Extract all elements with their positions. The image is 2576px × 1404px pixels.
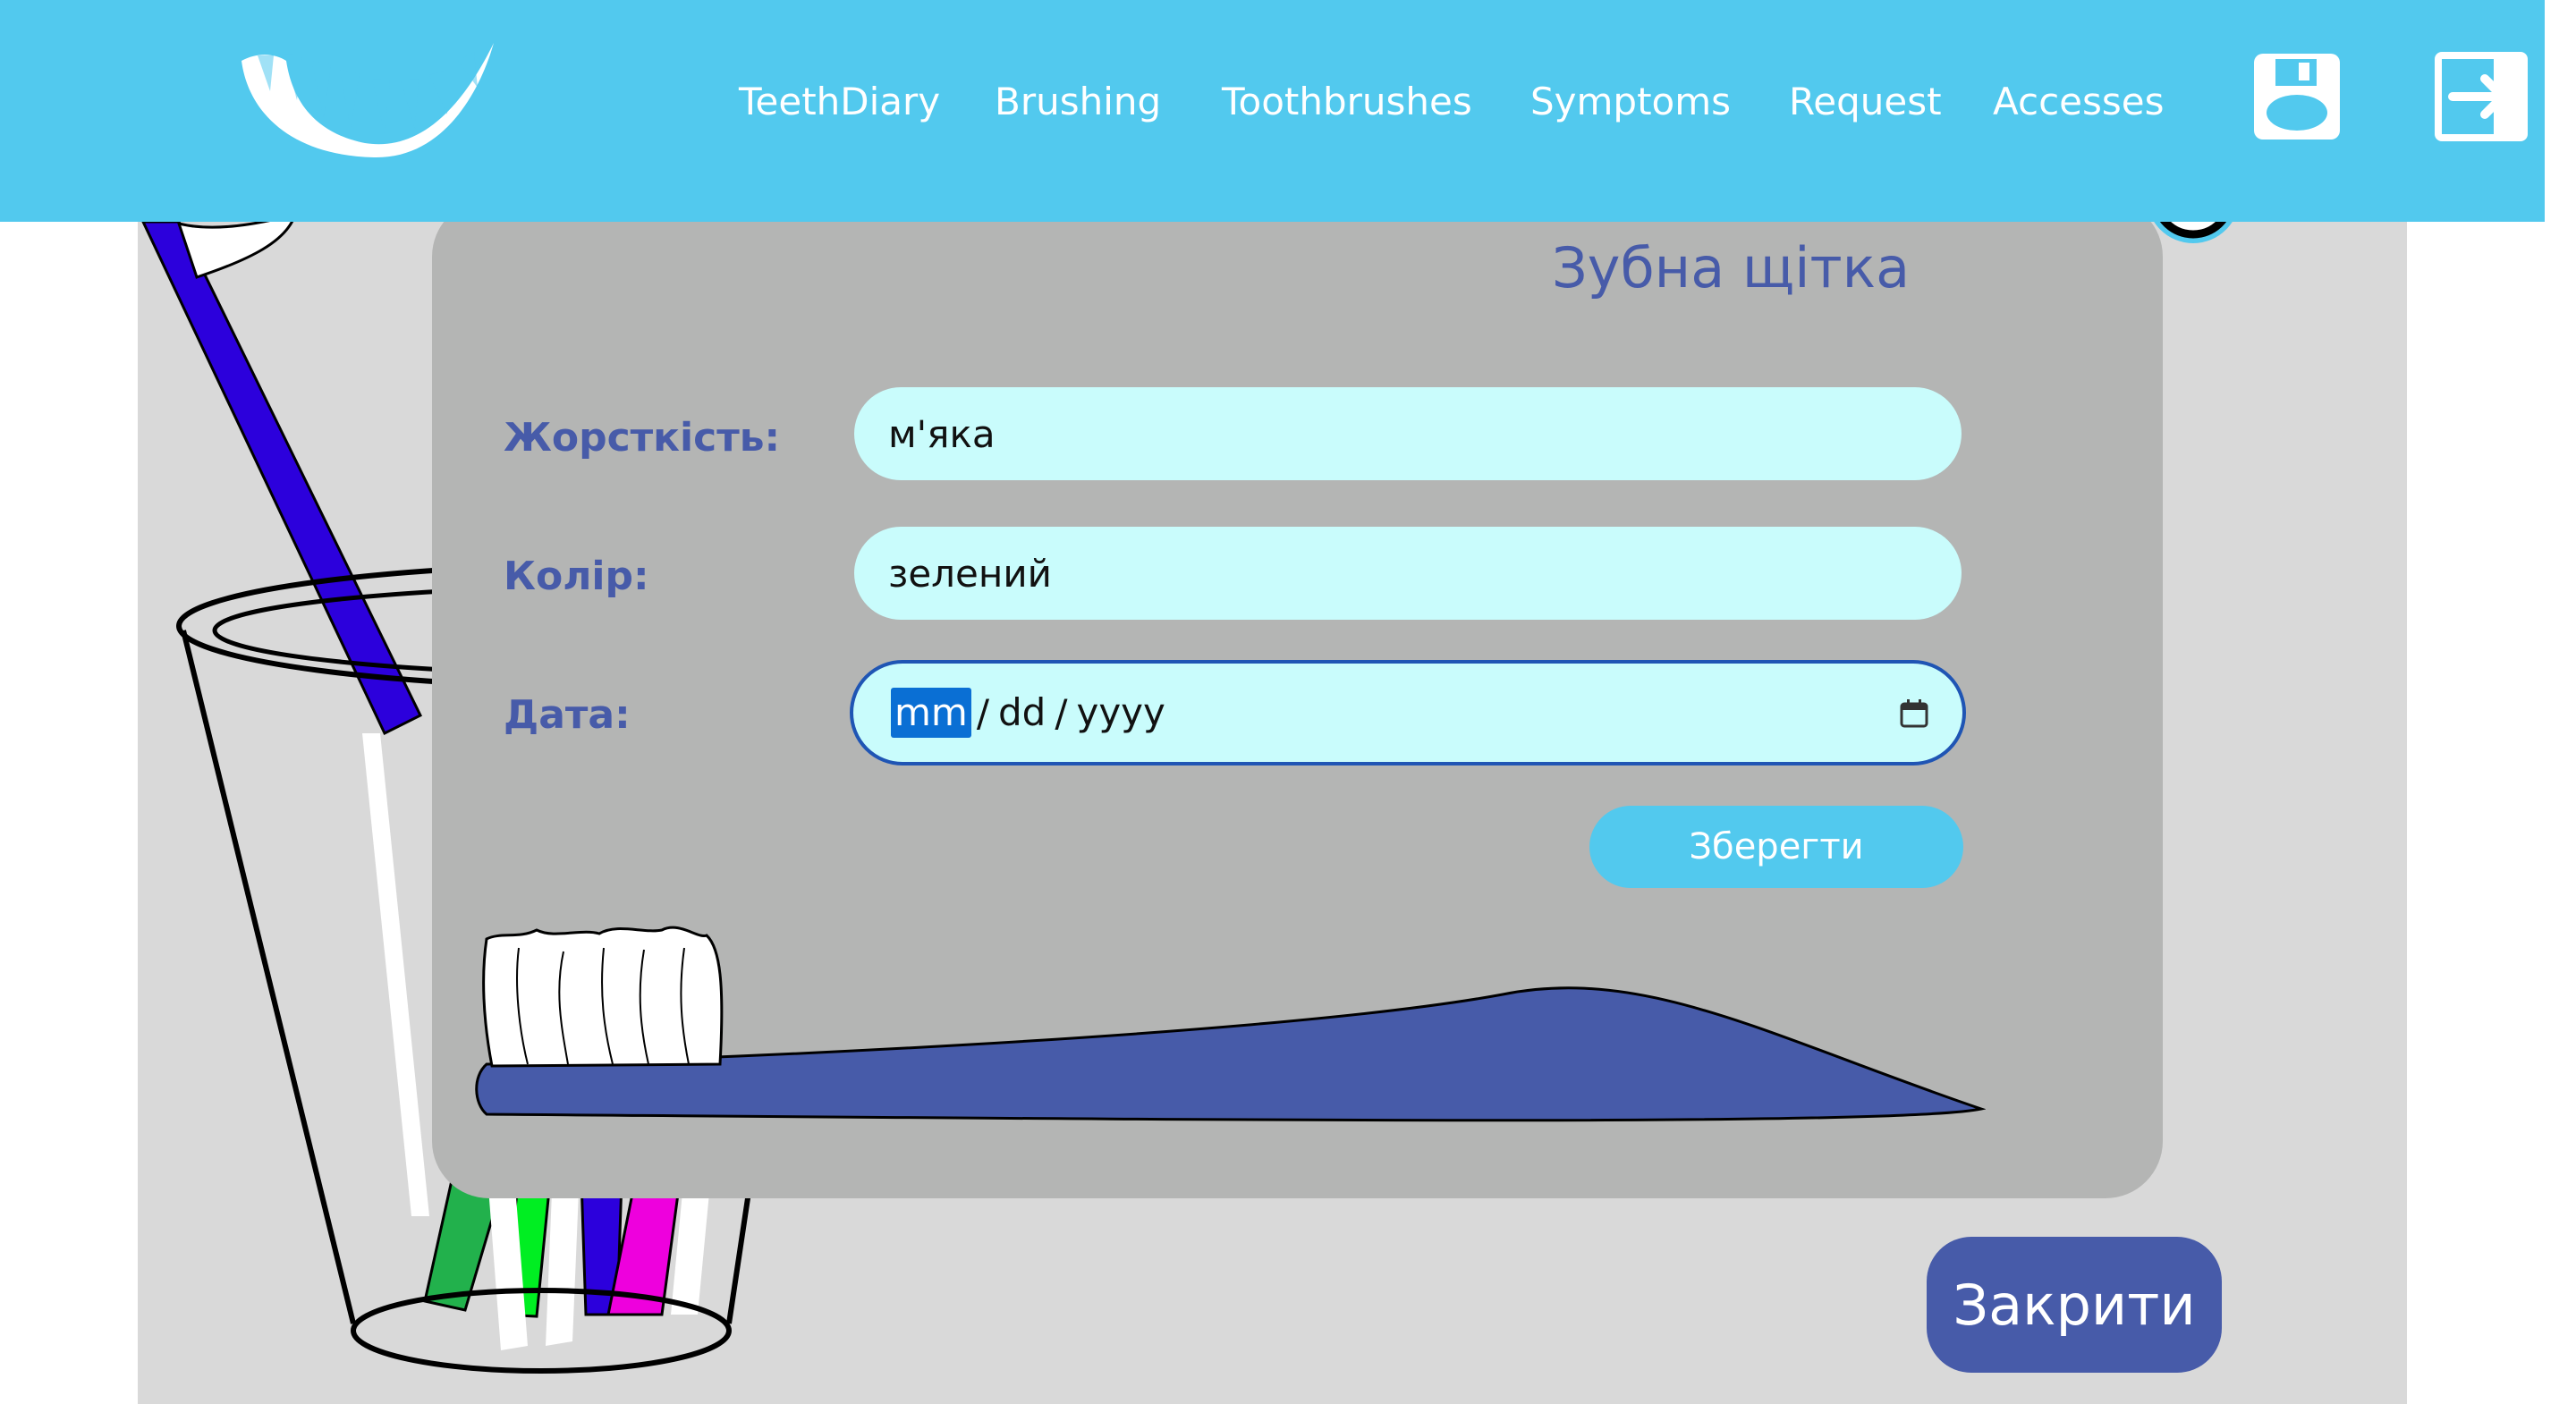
logout-icon[interactable] [2433, 48, 2529, 145]
nav-toothbrushes[interactable]: Toothbrushes [1222, 75, 1472, 129]
save-button[interactable]: Зберегти [1589, 806, 1963, 888]
color-input[interactable]: зелений [854, 527, 1962, 620]
date-separator: / [1055, 690, 1068, 735]
date-day-segment[interactable]: dd [995, 688, 1049, 738]
date-input[interactable]: mm / dd / yyyy [850, 660, 1966, 765]
date-month-segment[interactable]: mm [891, 688, 971, 738]
close-button[interactable]: Закрити [1927, 1237, 2222, 1373]
nav-accesses[interactable]: Accesses [1993, 75, 2165, 129]
toothbrush-illustration [475, 926, 1986, 1122]
floppy-disk-icon[interactable] [2249, 48, 2345, 145]
nav-request[interactable]: Request [1789, 75, 1942, 129]
nav-teethdiary[interactable]: TeethDiary [739, 75, 940, 129]
hardness-label: Жорсткість: [504, 415, 781, 461]
top-navigation-bar: TeethDiary Brushing Toothbrushes Symptom… [0, 0, 2545, 222]
nav-brushing[interactable]: Brushing [995, 75, 1161, 129]
nav-symptoms[interactable]: Symptoms [1530, 75, 1731, 129]
calendar-icon[interactable] [1898, 698, 1930, 730]
main-nav: TeethDiary Brushing Toothbrushes Symptom… [0, 75, 2545, 129]
date-separator: / [976, 690, 989, 735]
form-title: Зубна щітка [1552, 235, 1911, 300]
date-label: Дата: [504, 692, 631, 738]
date-year-segment[interactable]: yyyy [1072, 688, 1168, 738]
color-label: Колір: [504, 554, 649, 599]
hardness-input[interactable]: м'яка [854, 387, 1962, 480]
